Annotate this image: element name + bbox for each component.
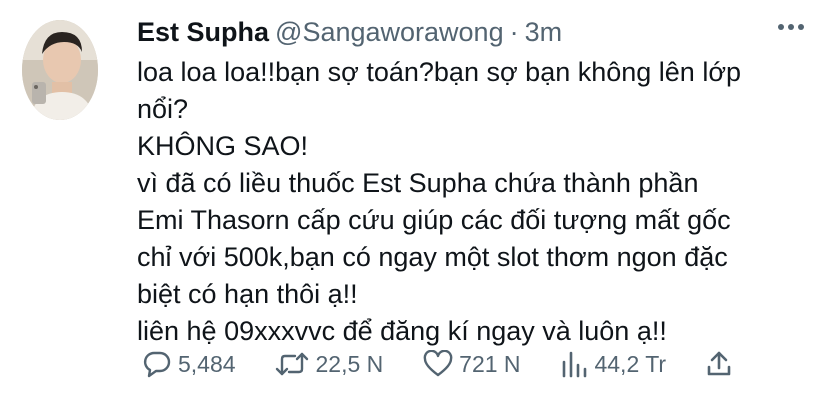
tweet-line: nổi? (137, 94, 189, 124)
tweet-line: Emi Thasorn cấp cứu giúp các đối tượng m… (137, 205, 731, 235)
avatar-photo (22, 20, 98, 120)
views-button[interactable]: 44,2 Tr (560, 350, 666, 378)
retweet-count: 22,5 N (315, 350, 384, 377)
retweet-icon (276, 352, 309, 376)
more-dots-icon (788, 24, 794, 30)
tweet-text: loa loa loa!!bạn sợ toán?bạn sợ bạn khôn… (137, 54, 777, 350)
reply-count: 5,484 (178, 350, 236, 377)
tweet-line: liên hệ 09xxxvvc để đăng kí ngay và luôn… (137, 316, 667, 346)
views-bar-chart-icon (563, 351, 587, 378)
share-upload-icon (707, 351, 731, 376)
tweet-actions: 5,484 22,5 N 721 N 44,2 Tr (142, 350, 732, 378)
tweet-line: biệt có hạn thôi ạ!! (137, 279, 358, 309)
tweet-card: Est Supha @Sangaworawong · 3m loa loa loa!!… (0, 0, 828, 404)
views-count: 44,2 Tr (594, 350, 667, 377)
author-handle[interactable]: @Sangaworawong (275, 17, 504, 47)
more-dots-icon (778, 24, 784, 30)
like-button[interactable]: 721 N (423, 350, 521, 378)
tweet-header: Est Supha @Sangaworawong · 3m (137, 14, 562, 50)
like-count: 721 N (459, 350, 521, 377)
author-name[interactable]: Est Supha (137, 17, 269, 47)
more-dots-icon (798, 24, 804, 30)
tweet-line: vì đã có liều thuốc Est Supha chứa thành… (137, 168, 699, 198)
heart-icon (423, 350, 453, 377)
share-button[interactable] (706, 350, 732, 378)
tweet-time[interactable]: 3m (525, 17, 563, 47)
retweet-button[interactable]: 22,5 N (275, 350, 383, 378)
tweet-line: chỉ với 500k,bạn có ngay một slot thơm n… (137, 242, 728, 272)
reply-button[interactable]: 5,484 (142, 350, 236, 378)
tweet-line: loa loa loa!!bạn sợ toán?bạn sợ bạn khôn… (137, 57, 742, 87)
separator-dot: · (509, 17, 519, 47)
more-options-button[interactable] (778, 24, 804, 30)
tweet-line: KHÔNG SAO! (137, 131, 309, 161)
avatar[interactable] (22, 20, 98, 120)
reply-bubble-icon (143, 351, 171, 378)
